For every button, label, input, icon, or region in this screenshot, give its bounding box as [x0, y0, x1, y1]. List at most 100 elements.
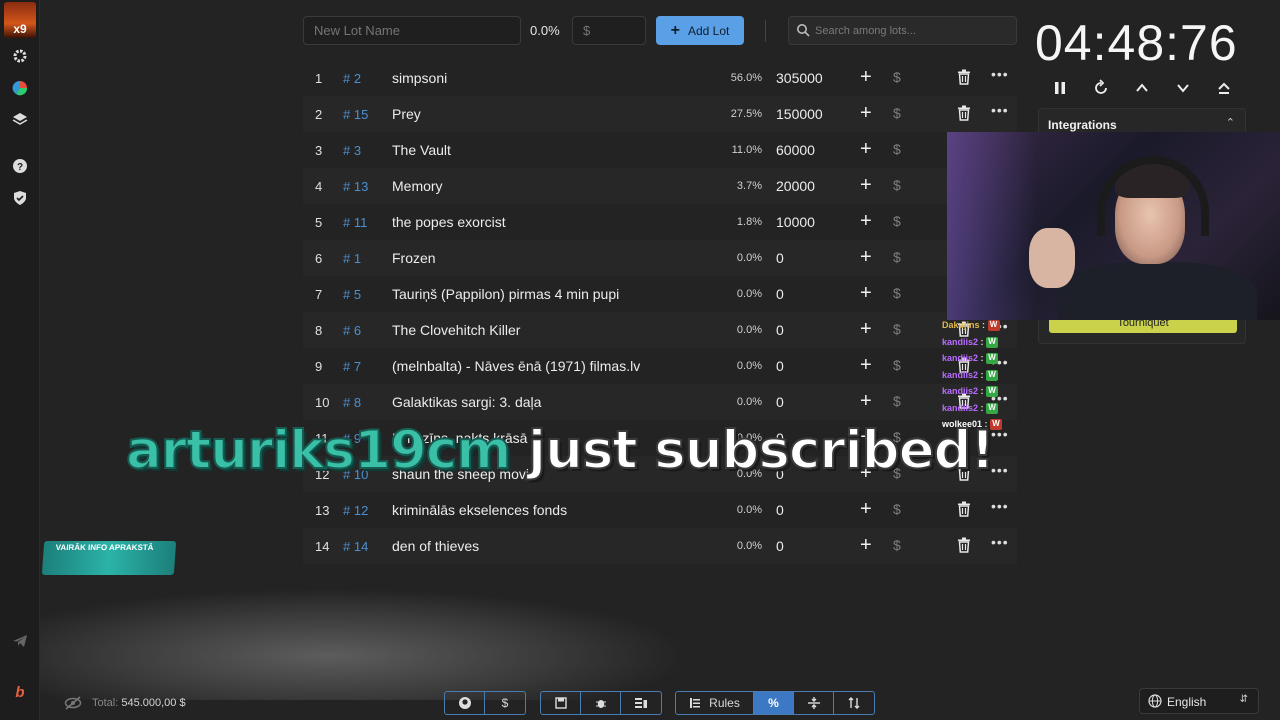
dollar-icon[interactable]: $: [893, 249, 901, 265]
lot-row[interactable]: 1 # 2 simpsoni 56.0% 305000 + $ •••: [303, 60, 1017, 96]
lot-id[interactable]: # 2: [343, 71, 361, 86]
add-amount-icon[interactable]: +: [860, 174, 872, 197]
dollar-icon[interactable]: $: [893, 105, 901, 121]
language-select[interactable]: English ⇵: [1139, 688, 1259, 714]
chevron-down-icon[interactable]: [1173, 78, 1193, 98]
lot-name[interactable]: (melnbalta) - Nāves ēnā (1971) filmas.lv: [392, 358, 640, 374]
search-box[interactable]: [788, 16, 1017, 45]
lot-amount[interactable]: 305000: [776, 70, 823, 86]
brand-icon[interactable]: b: [11, 683, 29, 701]
lot-id[interactable]: # 11: [343, 215, 367, 230]
trash-icon[interactable]: [957, 501, 971, 517]
lot-id[interactable]: # 6: [343, 323, 361, 338]
trash-icon[interactable]: [957, 537, 971, 553]
lot-name[interactable]: Frozen: [392, 250, 436, 266]
lot-name[interactable]: Galaktikas sargi: 3. daļa: [392, 394, 541, 410]
shield-icon[interactable]: [11, 189, 29, 207]
lot-id[interactable]: # 13: [343, 179, 368, 194]
clear-list-button[interactable]: [621, 692, 661, 714]
dollar-icon[interactable]: $: [893, 141, 901, 157]
layers-icon[interactable]: [11, 110, 29, 128]
dollar-icon[interactable]: $: [893, 321, 901, 337]
lot-id[interactable]: # 1: [343, 251, 361, 266]
lot-amount[interactable]: 150000: [776, 106, 823, 122]
lot-row[interactable]: 7 # 5 Tauriņš (Pappilon) pirmas 4 min pupi…: [303, 276, 1017, 312]
compress-button[interactable]: [794, 692, 834, 714]
add-amount-icon[interactable]: +: [860, 246, 872, 269]
gear-icon[interactable]: [11, 47, 29, 65]
lot-name-input[interactable]: [303, 16, 521, 45]
dollar-icon[interactable]: $: [893, 537, 901, 553]
lot-name[interactable]: the popes exorcist: [392, 214, 506, 230]
lot-row[interactable]: 9 # 7 (melnbalta) - Nāves ēnā (1971) filma…: [303, 348, 1017, 384]
lot-amount[interactable]: 20000: [776, 178, 815, 194]
lot-amount[interactable]: 0: [776, 502, 784, 518]
lot-row[interactable]: 3# 3The Vault11.0%60000+$•••: [303, 132, 1017, 168]
lot-amount[interactable]: 0: [776, 322, 784, 338]
lot-row[interactable]: 10 # 8 Galaktikas sargi: 3. daļa 0.0% 0 + $ •••: [303, 384, 1017, 420]
dollar-icon[interactable]: $: [893, 285, 901, 301]
lot-id[interactable]: # 5: [343, 287, 361, 302]
save-button[interactable]: [541, 692, 581, 714]
lot-row[interactable]: 4# 13Memory3.7%20000+$•••: [303, 168, 1017, 204]
dollar-icon[interactable]: $: [893, 213, 901, 229]
lot-id[interactable]: # 8: [343, 395, 361, 410]
rules-button[interactable]: Rules: [676, 692, 754, 714]
lot-name[interactable]: kriminālās ekselences fonds: [392, 502, 567, 518]
lot-row[interactable]: 8 # 6 The Clovehitch Killer 0.0% 0 + $ •••: [303, 312, 1017, 348]
add-amount-icon[interactable]: +: [860, 102, 872, 125]
more-options-icon[interactable]: •••: [991, 498, 1009, 514]
github-button[interactable]: [445, 692, 485, 714]
lot-amount[interactable]: 10000: [776, 214, 815, 230]
lot-name[interactable]: The Clovehitch Killer: [392, 322, 520, 338]
lot-id[interactable]: # 12: [343, 503, 368, 518]
lot-row[interactable]: 5# 11the popes exorcist1.8%10000+$•••: [303, 204, 1017, 240]
lot-amount-input[interactable]: [572, 16, 646, 45]
dollar-icon[interactable]: $: [893, 177, 901, 193]
telegram-icon[interactable]: [11, 632, 29, 650]
lot-amount[interactable]: 0: [776, 286, 784, 302]
lot-name[interactable]: simpsoni: [392, 70, 447, 86]
search-input[interactable]: [815, 17, 1013, 44]
lot-amount[interactable]: 0: [776, 250, 784, 266]
lot-amount[interactable]: 0: [776, 394, 784, 410]
lot-row[interactable]: 14 # 14 den of thieves 0.0% 0 + $ •••: [303, 528, 1017, 564]
lot-row[interactable]: 6# 1Frozen0.0%0+$•••: [303, 240, 1017, 276]
more-options-icon[interactable]: •••: [991, 534, 1009, 550]
collapse-caret-icon[interactable]: ⌃: [1226, 116, 1235, 129]
channel-logo[interactable]: x9: [4, 2, 36, 38]
add-amount-icon[interactable]: +: [860, 534, 872, 557]
lot-amount[interactable]: 60000: [776, 142, 815, 158]
pause-icon[interactable]: [1050, 78, 1070, 98]
lot-row[interactable]: 13 # 12 kriminālās ekselences fonds 0.0% 0 + $…: [303, 492, 1017, 528]
lot-amount[interactable]: 0: [776, 358, 784, 374]
lot-name[interactable]: Memory: [392, 178, 443, 194]
add-amount-icon[interactable]: +: [860, 318, 872, 341]
add-amount-icon[interactable]: +: [860, 354, 872, 377]
more-options-icon[interactable]: •••: [991, 102, 1009, 118]
add-amount-icon[interactable]: +: [860, 210, 872, 233]
chevron-up-icon[interactable]: [1132, 78, 1152, 98]
dollar-icon[interactable]: $: [893, 393, 901, 409]
add-amount-icon[interactable]: +: [860, 66, 872, 89]
reset-icon[interactable]: [1091, 78, 1111, 98]
lot-name[interactable]: den of thieves: [392, 538, 479, 554]
add-amount-icon[interactable]: +: [860, 498, 872, 521]
more-options-icon[interactable]: •••: [991, 66, 1009, 82]
lot-amount[interactable]: 0: [776, 538, 784, 554]
add-amount-icon[interactable]: +: [860, 390, 872, 413]
lot-name[interactable]: Tauriņš (Pappilon) pirmas 4 min pupi: [392, 286, 619, 302]
lot-name[interactable]: The Vault: [392, 142, 451, 158]
dollar-icon[interactable]: $: [893, 501, 901, 517]
dollar-icon[interactable]: $: [893, 69, 901, 85]
lot-id[interactable]: # 3: [343, 143, 361, 158]
percent-toggle-button[interactable]: %: [754, 692, 794, 714]
eye-off-icon[interactable]: [64, 695, 82, 711]
lot-id[interactable]: # 15: [343, 107, 368, 122]
help-icon[interactable]: ?: [11, 157, 29, 175]
add-amount-icon[interactable]: +: [860, 138, 872, 161]
lot-row[interactable]: 2 # 15 Prey 27.5% 150000 + $ •••: [303, 96, 1017, 132]
sort-button[interactable]: [834, 692, 874, 714]
add-amount-icon[interactable]: +: [860, 282, 872, 305]
donate-button[interactable]: $: [485, 692, 525, 714]
